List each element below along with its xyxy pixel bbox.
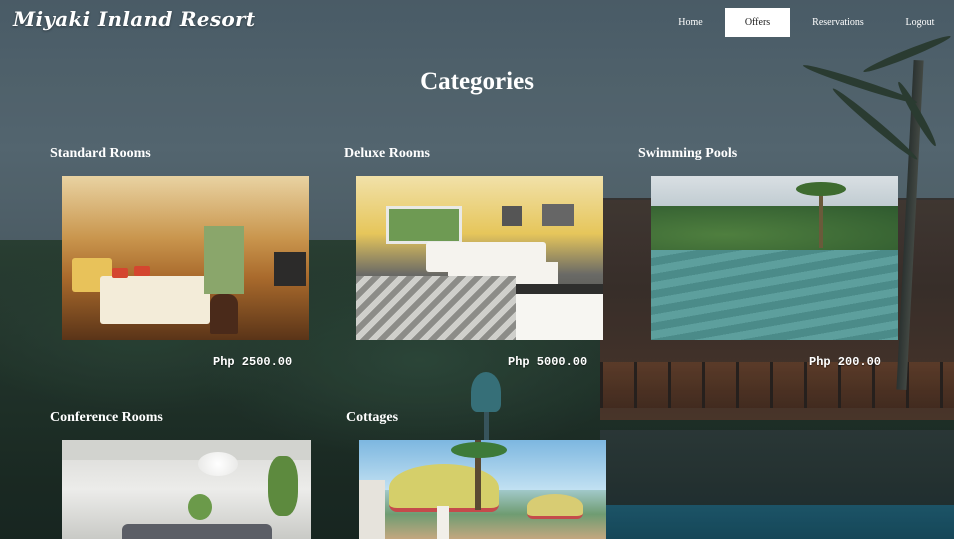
page-title: Categories xyxy=(420,68,534,95)
category-price: Php 200.00 xyxy=(809,355,882,369)
chairs-shape xyxy=(122,524,272,539)
carpet-shape xyxy=(356,276,516,340)
pillow-shape xyxy=(134,266,150,276)
bed-shape xyxy=(100,276,210,324)
category-image-cottages[interactable] xyxy=(359,440,606,539)
ceiling-shape xyxy=(62,440,311,460)
category-name[interactable]: Conference Rooms xyxy=(50,410,163,426)
bed-shape xyxy=(516,284,603,340)
lamp-shape xyxy=(198,452,238,476)
nav-home[interactable]: Home xyxy=(656,8,725,37)
top-nav: Home Offers Reservations Logout xyxy=(656,8,954,37)
nav-reservations[interactable]: Reservations xyxy=(790,8,886,37)
nav-offers[interactable]: Offers xyxy=(725,8,790,37)
art-shape xyxy=(502,206,522,226)
pillow-shape xyxy=(112,268,128,278)
category-name[interactable]: Standard Rooms xyxy=(50,146,151,162)
palm-leaves-shape xyxy=(796,182,846,196)
window-shape xyxy=(386,206,462,244)
category-image-deluxe-rooms[interactable] xyxy=(356,176,603,340)
chair-shape xyxy=(210,294,238,334)
category-price: Php 2500.00 xyxy=(213,355,293,369)
nav-logout[interactable]: Logout xyxy=(886,8,954,37)
trees-shape xyxy=(651,206,898,254)
cottage-roof-shape xyxy=(527,494,583,519)
plant-shape xyxy=(188,494,212,520)
plant-shape xyxy=(268,456,298,516)
category-image-conference-rooms[interactable] xyxy=(62,440,311,539)
cottage-pole-shape xyxy=(437,506,449,539)
category-image-swimming-pools[interactable] xyxy=(651,176,898,340)
category-image-standard-rooms[interactable] xyxy=(62,176,309,340)
category-name[interactable]: Swimming Pools xyxy=(638,146,737,162)
category-price: Php 5000.00 xyxy=(508,355,588,369)
water-shape xyxy=(651,250,898,340)
brand-logo[interactable]: Miyaki Inland Resort xyxy=(13,7,255,31)
art-shape xyxy=(542,204,574,226)
building-shape xyxy=(359,480,385,539)
category-name[interactable]: Cottages xyxy=(346,410,398,426)
palm-leaves-shape xyxy=(451,442,507,458)
category-name[interactable]: Deluxe Rooms xyxy=(344,146,430,162)
window-shape xyxy=(204,226,244,294)
tv-shape xyxy=(274,252,306,286)
cottage-roof-shape xyxy=(389,464,499,512)
